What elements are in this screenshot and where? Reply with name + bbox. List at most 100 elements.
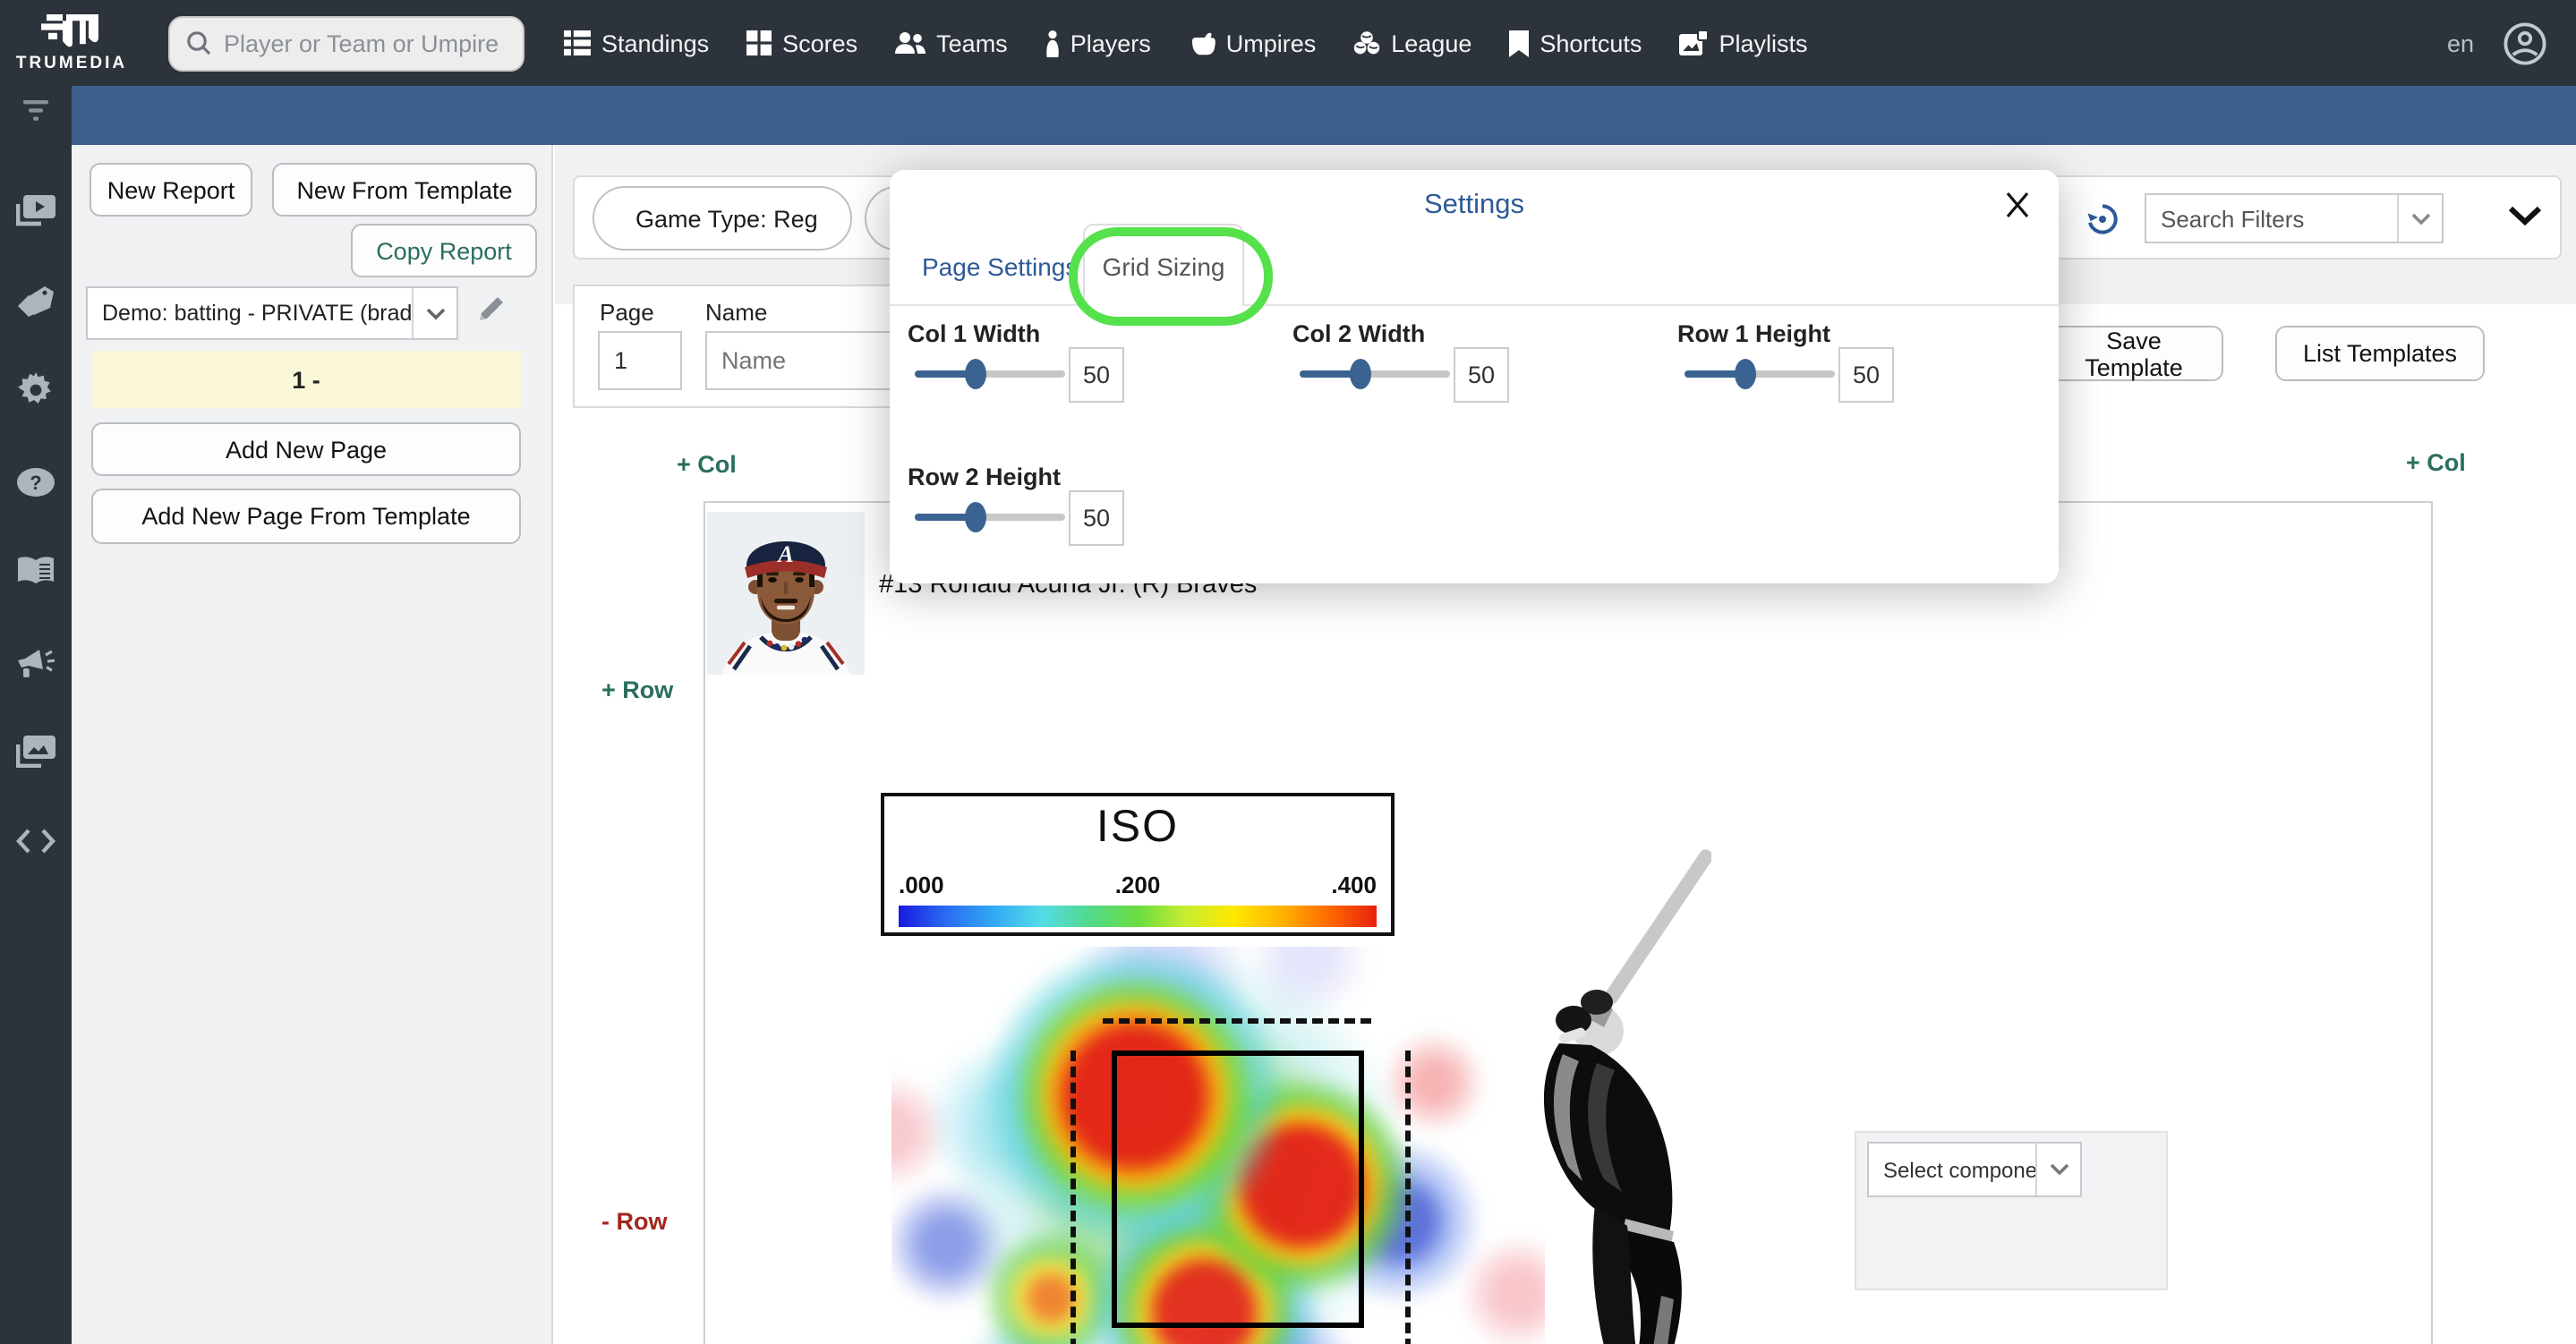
nav-label: Shortcuts <box>1540 30 1642 56</box>
help-icon[interactable]: ? <box>16 462 55 501</box>
modal-title: Settings <box>1423 190 1524 220</box>
nav-playlists[interactable]: Playlists <box>1679 30 1807 56</box>
page-column-label: Page <box>600 299 654 326</box>
nav-league[interactable]: League <box>1353 30 1471 56</box>
trumedia-logo-icon <box>41 14 98 47</box>
copy-report-button[interactable]: Copy Report <box>351 224 537 277</box>
slider-thumb[interactable] <box>964 502 986 532</box>
tab-grid-sizing[interactable]: Grid Sizing <box>1083 224 1244 306</box>
collapse-filterbar-chevron-icon[interactable] <box>2508 206 2542 225</box>
global-search[interactable]: Player or Team or Umpire <box>168 15 525 71</box>
iso-legend-title: ISO <box>1096 802 1180 852</box>
svg-text:A: A <box>776 541 793 567</box>
tab-page-settings[interactable]: Page Settings <box>922 252 1078 281</box>
iso-legend-ticks: .000 .200 .400 <box>899 872 1377 898</box>
top-nav: TRUMEDIA Player or Team or Umpire Standi… <box>0 0 2576 86</box>
row2-height-input[interactable] <box>1069 490 1124 546</box>
slider-thumb[interactable] <box>1734 359 1756 389</box>
name-column-label: Name <box>705 299 768 326</box>
pitch-location-heatmap <box>891 947 1545 1344</box>
iso-tick-min: .000 <box>899 872 944 898</box>
page-list-item-1[interactable]: 1 - <box>91 351 521 408</box>
list-templates-button[interactable]: List Templates <box>2275 326 2485 381</box>
nav-standings[interactable]: Standings <box>564 30 709 56</box>
nav-players[interactable]: Players <box>1045 30 1151 56</box>
new-from-template-button[interactable]: New From Template <box>272 163 537 217</box>
trumedia-logo[interactable]: TRUMEDIA <box>0 0 143 86</box>
scores-icon <box>746 30 772 55</box>
glossary-book-icon[interactable] <box>16 551 55 591</box>
iso-colorbar <box>899 906 1377 927</box>
col2-width-label: Col 2 Width <box>1292 320 1426 347</box>
tags-icon[interactable] <box>16 281 55 320</box>
col2-width-input[interactable] <box>1454 347 1509 403</box>
iso-tick-max: .400 <box>1331 872 1377 898</box>
user-avatar-icon[interactable] <box>2503 21 2547 65</box>
iso-tick-mid: .200 <box>1114 872 1161 898</box>
shortcuts-icon <box>1509 30 1530 56</box>
app-root: TRUMEDIA Player or Team or Umpire Standi… <box>0 0 2576 1344</box>
add-col-left-link[interactable]: + Col <box>677 451 737 478</box>
add-col-right-link[interactable]: + Col <box>2406 449 2466 476</box>
slider-thumb[interactable] <box>1349 359 1371 389</box>
col1-width-label: Col 1 Width <box>908 320 1041 347</box>
player-headshot: A <box>707 512 865 675</box>
close-icon[interactable] <box>2001 188 2034 220</box>
search-icon <box>187 31 211 55</box>
nav-teams[interactable]: Teams <box>895 30 1008 56</box>
playlists-icon <box>1679 30 1709 55</box>
component-picker-panel: Select component <box>1855 1131 2168 1290</box>
remove-row-link[interactable]: - Row <box>601 1208 668 1235</box>
settings-gear-icon[interactable] <box>16 370 55 410</box>
media-gallery-icon[interactable] <box>16 732 55 771</box>
nav-items: Standings Scores Teams Players Umpires L… <box>564 30 1807 56</box>
add-new-page-button[interactable]: Add New Page <box>91 422 521 476</box>
nav-label: League <box>1391 30 1472 56</box>
edit-report-pencil-icon[interactable] <box>476 293 507 324</box>
page-number-input[interactable] <box>598 331 682 390</box>
shadow-zone-right-line <box>1405 1051 1411 1344</box>
nav-shortcuts[interactable]: Shortcuts <box>1509 30 1642 56</box>
row1-height-slider[interactable] <box>1685 359 1835 389</box>
filter-icon[interactable] <box>16 91 55 131</box>
strike-zone-outline <box>1112 1051 1364 1328</box>
umpires-icon <box>1191 32 1215 55</box>
players-icon <box>1045 30 1059 56</box>
col1-width-slider[interactable] <box>915 359 1065 389</box>
row1-height-input[interactable] <box>1838 347 1894 403</box>
col2-width-slider[interactable] <box>1300 359 1450 389</box>
nav-umpires[interactable]: Umpires <box>1189 30 1317 56</box>
league-icon <box>1354 31 1380 55</box>
row2-height-slider[interactable] <box>915 502 1065 532</box>
slider-thumb[interactable] <box>964 359 986 389</box>
search-filters-select[interactable]: Search Filters <box>2145 193 2444 243</box>
nav-right: en <box>2447 21 2576 65</box>
report-select[interactable]: Demo: batting - PRIVATE (brad... <box>86 286 458 340</box>
new-report-button[interactable]: New Report <box>90 163 252 217</box>
nav-scores[interactable]: Scores <box>746 30 857 56</box>
nav-label: Players <box>1070 30 1151 56</box>
save-template-button[interactable]: Save Template <box>2044 326 2223 381</box>
nav-label: Teams <box>936 30 1008 56</box>
announcements-icon[interactable] <box>16 642 55 682</box>
left-icon-rail: ? <box>0 86 72 1344</box>
nav-label: Umpires <box>1225 30 1317 56</box>
add-new-page-from-template-button[interactable]: Add New Page From Template <box>91 489 521 544</box>
chevron-down-icon <box>2035 1144 2080 1195</box>
add-row-link[interactable]: + Row <box>601 676 673 703</box>
report-select-value: Demo: batting - PRIVATE (brad... <box>102 301 412 326</box>
batter-silhouette <box>1543 849 1711 1344</box>
nav-label: Playlists <box>1719 30 1808 56</box>
embed-code-icon[interactable] <box>16 821 55 861</box>
iso-legend: ISO .000 .200 .400 <box>881 793 1395 936</box>
chevron-down-icon <box>2397 195 2442 242</box>
video-playlists-icon[interactable] <box>16 191 55 231</box>
filter-history-icon[interactable] <box>2086 202 2120 236</box>
select-component-dropdown[interactable]: Select component <box>1867 1142 2082 1197</box>
filter-chip-game-type[interactable]: Game Type: Reg <box>593 186 852 251</box>
report-panel: New Report New From Template Copy Report… <box>72 145 553 1344</box>
locale-label[interactable]: en <box>2447 30 2474 56</box>
row2-height-label: Row 2 Height <box>908 464 1062 490</box>
modal-tabs-divider <box>890 304 2059 306</box>
col1-width-input[interactable] <box>1069 347 1124 403</box>
